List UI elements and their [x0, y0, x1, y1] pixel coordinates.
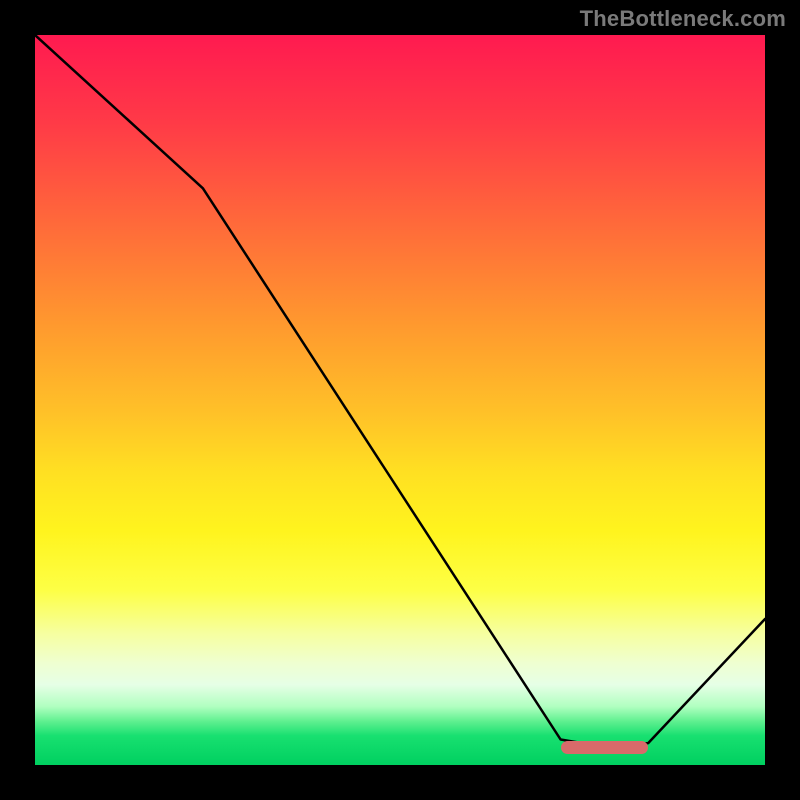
optimum-marker — [561, 741, 649, 754]
plot-area — [35, 35, 765, 765]
chart-frame: TheBottleneck.com — [0, 0, 800, 800]
watermark-text: TheBottleneck.com — [580, 6, 786, 32]
bottleneck-curve — [35, 35, 765, 765]
